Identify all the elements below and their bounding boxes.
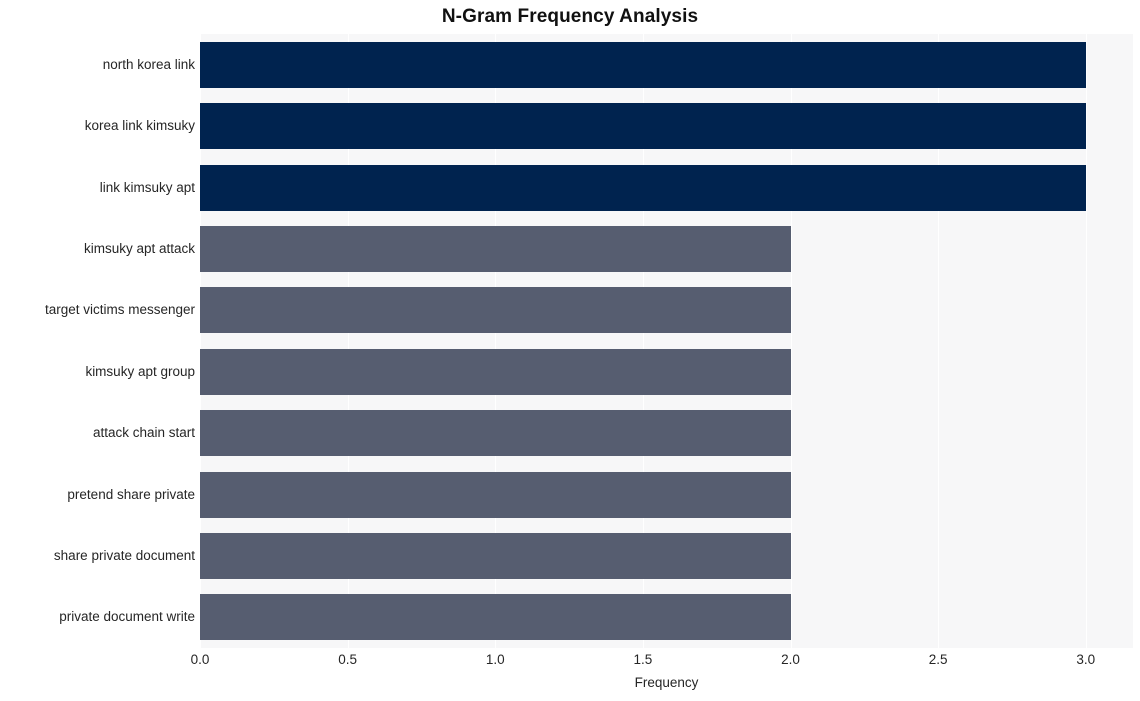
bar [200,225,791,272]
x-axis-tick-label: 1.0 [485,652,505,667]
y-axis-tick-labels: north korea link korea link kimsuky link k… [0,34,195,648]
bar [200,594,791,641]
y-axis-tick-label: korea link kimsuky [84,118,195,134]
y-axis-tick-label: kimsuky apt attack [83,240,195,256]
chart-figure: N-Gram Frequency Analysis north korea li… [0,0,1140,701]
y-axis-tick-label: share private document [53,547,195,563]
chart-title: N-Gram Frequency Analysis [441,6,699,27]
x-axis-tick-label: 2.5 [928,652,948,667]
bar [200,41,1086,88]
plot-area [200,34,1133,648]
bar [200,410,791,457]
y-axis-tick-label: kimsuky apt group [85,363,195,379]
y-axis-tick-label: target victims messenger [44,302,195,318]
x-axis-tick-label: 3.0 [1076,652,1096,667]
bar [200,532,791,579]
x-axis-label: Frequency [634,675,699,690]
y-axis-tick-label: private document write [59,609,195,625]
x-axis-tick-label: 0.5 [338,652,358,667]
bar [200,164,1086,211]
x-axis-tick-label: 2.0 [781,652,800,667]
bars-layer [200,34,1133,648]
bar [200,287,791,334]
bar [200,471,791,518]
bar [200,103,1086,150]
y-axis-tick-label: pretend share private [67,486,195,502]
y-axis-tick-label: link kimsuky apt [99,179,195,195]
y-axis-tick-label: north korea link [102,56,195,72]
bar [200,348,791,395]
x-axis-tick-label: 0.0 [190,652,210,667]
x-axis-tick-label: 1.5 [633,652,653,667]
y-axis-tick-label: attack chain start [92,425,195,441]
x-axis-tick-labels: 0.0 0.5 1.0 1.5 2.0 2.5 3.0 [0,651,1140,671]
